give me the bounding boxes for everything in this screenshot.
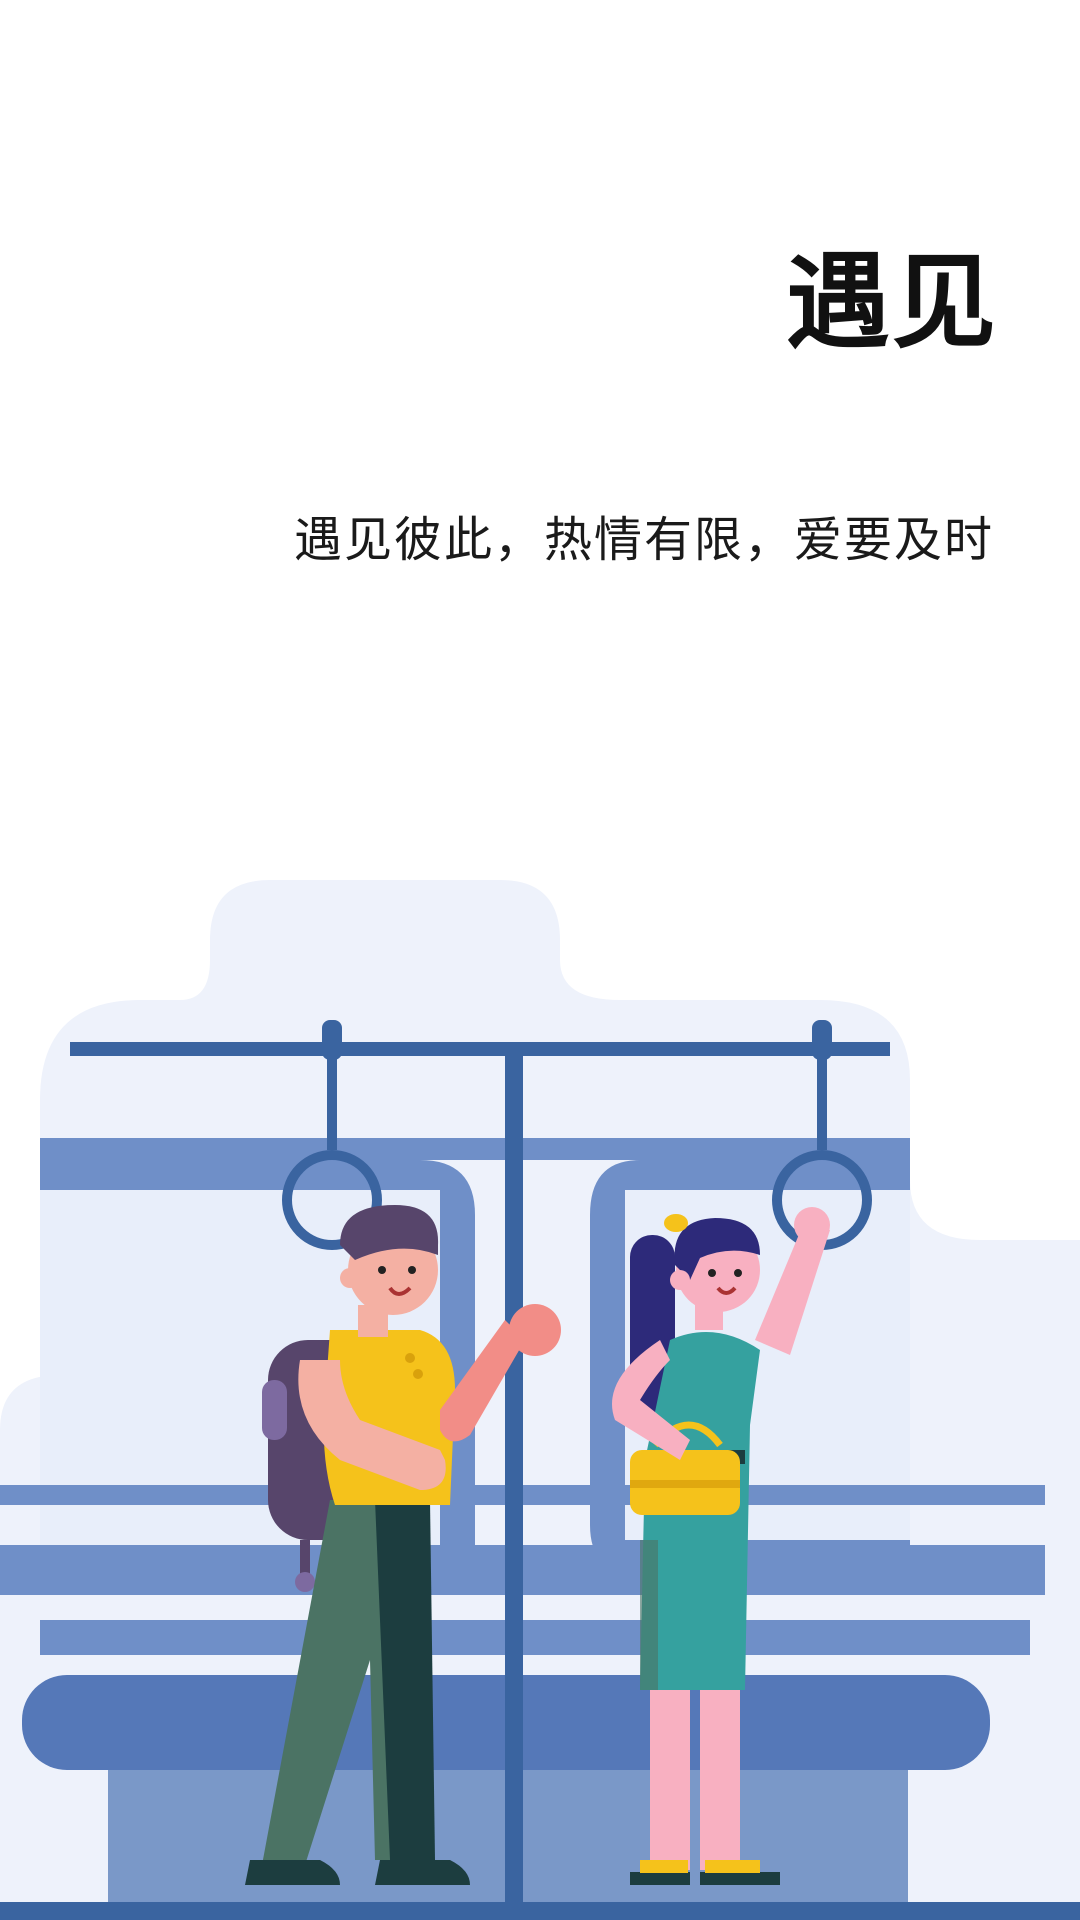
subway-commuters-illustration — [0, 880, 1080, 1920]
window-band-top — [40, 1138, 910, 1160]
app-title: 遇见 — [785, 241, 998, 363]
app-slogan: 遇见彼此，热情有限，爱要及时 — [293, 512, 994, 568]
floor-strip — [0, 1902, 1080, 1920]
vertical-pole — [505, 1050, 523, 1920]
stripe-3 — [40, 1620, 1030, 1655]
top-rail — [70, 1042, 890, 1056]
